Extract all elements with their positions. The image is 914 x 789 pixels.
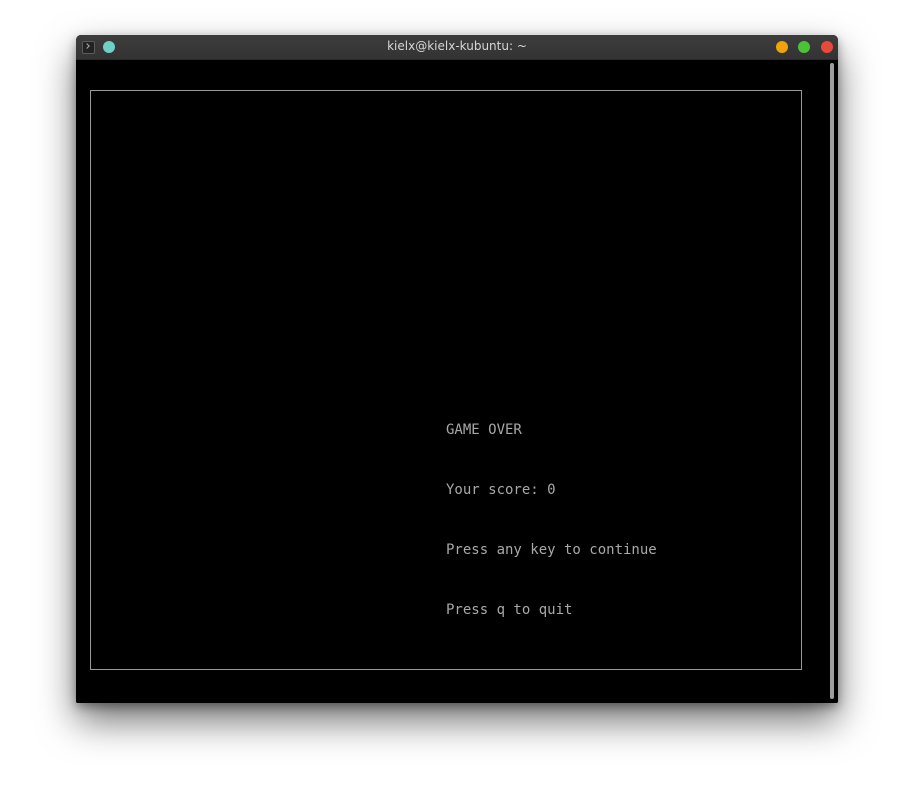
score-line: Your score: 0 (446, 482, 556, 498)
game-over-message: GAME OVER Your score: 0 Press any key to… (446, 380, 657, 660)
terminal-window: kielx@kielx-kubuntu: ~ GAME OVER Your sc… (76, 35, 838, 703)
window-title: kielx@kielx-kubuntu: ~ (387, 39, 527, 53)
continue-prompt: Press any key to continue (446, 542, 657, 558)
scrollbar[interactable] (830, 63, 834, 699)
title-bar[interactable]: kielx@kielx-kubuntu: ~ (76, 35, 838, 60)
terminal-content[interactable]: GAME OVER Your score: 0 Press any key to… (76, 60, 838, 703)
quit-prompt: Press q to quit (446, 602, 573, 618)
close-button[interactable] (821, 41, 833, 53)
game-over-title: GAME OVER (446, 422, 522, 438)
maximize-button[interactable] (798, 41, 810, 53)
minimize-button[interactable] (776, 41, 788, 53)
